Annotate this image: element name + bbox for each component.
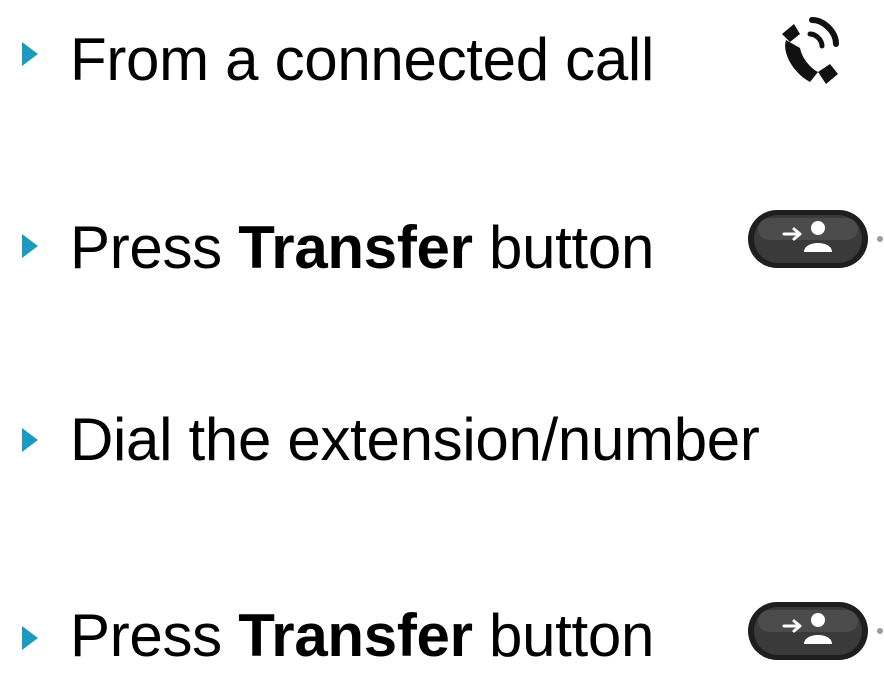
step-3: Dial the extension/number [0, 398, 884, 478]
bullet-arrow-icon [22, 42, 38, 66]
step-4-text: Press Transfer button [70, 606, 654, 666]
bullet-arrow-icon [22, 234, 38, 258]
step-2-text-before: Press [70, 214, 222, 281]
step-4-text-before: Press [70, 602, 222, 669]
step-3-text: Dial the extension/number [70, 406, 760, 473]
phone-call-icon [772, 12, 852, 97]
bullet-arrow-icon [22, 428, 38, 452]
step-2-text-bold: Transfer [238, 214, 473, 281]
step-4: Press Transfer button [0, 596, 884, 676]
bullet-arrow-icon [22, 626, 38, 650]
transfer-button-icon [744, 598, 884, 669]
step-1: From a connected call [0, 12, 884, 92]
step-4-text-bold: Transfer [238, 602, 473, 669]
step-4-text-after: button [489, 602, 655, 669]
step-2-text: Press Transfer button [70, 218, 654, 278]
transfer-button-icon [744, 206, 884, 277]
step-1-text: From a connected call [70, 26, 654, 93]
step-2-text-after: button [489, 214, 655, 281]
step-2: Press Transfer button [0, 204, 884, 284]
